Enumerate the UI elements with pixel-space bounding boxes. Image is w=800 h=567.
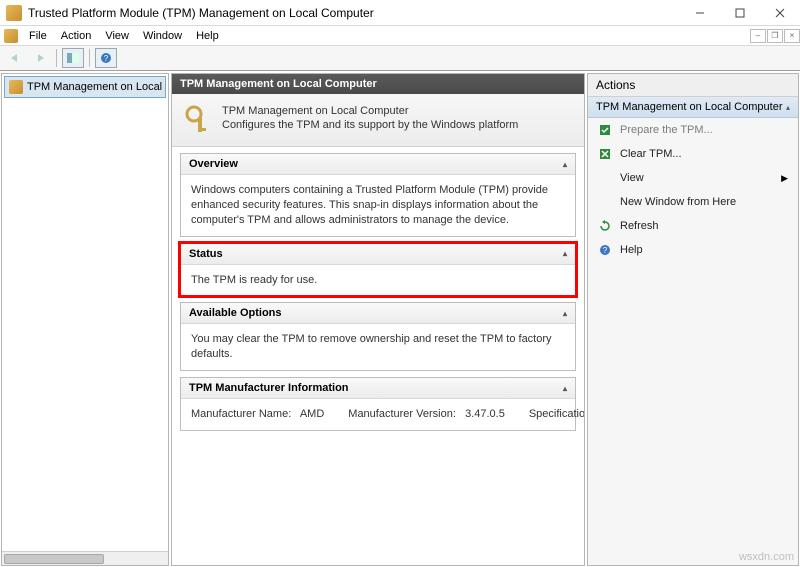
collapse-icon: ▴ bbox=[563, 309, 567, 318]
watermark: wsxdn.com bbox=[739, 551, 794, 563]
mfr-name-label: Manufacturer Name: bbox=[191, 408, 291, 420]
blank-icon bbox=[598, 195, 612, 209]
panel-options-body: You may clear the TPM to remove ownershi… bbox=[181, 324, 575, 370]
panel-overview: Overview ▴ Windows computers containing … bbox=[180, 153, 576, 237]
collapse-icon: ▴ bbox=[786, 103, 790, 112]
spec-version-label: Specification Version: bbox=[529, 408, 585, 420]
panel-overview-body: Windows computers containing a Trusted P… bbox=[181, 175, 575, 236]
mdi-restore-button[interactable]: ❐ bbox=[767, 29, 783, 43]
clear-icon bbox=[598, 147, 612, 161]
toolbar-separator bbox=[56, 49, 57, 67]
actions-pane: Actions TPM Management on Local Computer… bbox=[587, 73, 799, 566]
collapse-icon: ▴ bbox=[563, 384, 567, 393]
intro-title: TPM Management on Local Computer bbox=[222, 104, 518, 118]
prepare-icon bbox=[598, 123, 612, 137]
toolbar: ? bbox=[0, 46, 800, 71]
menu-action[interactable]: Action bbox=[54, 28, 99, 44]
collapse-icon: ▴ bbox=[563, 160, 567, 169]
intro-subtitle: Configures the TPM and its support by th… bbox=[222, 118, 518, 132]
svg-text:?: ? bbox=[603, 246, 608, 255]
mdi-close-button[interactable]: × bbox=[784, 29, 800, 43]
actions-header: Actions bbox=[588, 74, 798, 97]
scrollbar-thumb[interactable] bbox=[4, 554, 104, 564]
action-help[interactable]: ? Help bbox=[588, 238, 798, 262]
action-label: Prepare the TPM... bbox=[620, 124, 713, 136]
panel-options-title: Available Options bbox=[189, 307, 282, 319]
submenu-arrow-icon: ▶ bbox=[781, 173, 788, 184]
collapse-icon: ▴ bbox=[563, 249, 567, 258]
maximize-button[interactable] bbox=[720, 0, 760, 26]
panel-status-header[interactable]: Status ▴ bbox=[181, 244, 575, 265]
manufacturer-row: Manufacturer Name: AMD Manufacturer Vers… bbox=[191, 407, 565, 422]
menu-bar: File Action View Window Help – ❐ × bbox=[0, 26, 800, 46]
show-hide-console-tree-button[interactable] bbox=[62, 48, 84, 68]
toolbar-separator bbox=[89, 49, 90, 67]
mmc-icon bbox=[4, 29, 18, 43]
action-label: Refresh bbox=[620, 220, 659, 232]
horizontal-scrollbar[interactable] bbox=[2, 551, 168, 565]
mfr-name-value: AMD bbox=[300, 408, 324, 420]
svg-text:?: ? bbox=[104, 54, 109, 63]
panel-mfr-header[interactable]: TPM Manufacturer Information ▴ bbox=[181, 378, 575, 399]
refresh-icon bbox=[598, 219, 612, 233]
tree-node-tpm-management[interactable]: TPM Management on Local Compu bbox=[4, 76, 166, 98]
app-icon bbox=[6, 5, 22, 21]
actions-subheader[interactable]: TPM Management on Local Computer ▴ bbox=[588, 97, 798, 118]
forward-button[interactable] bbox=[29, 48, 51, 68]
panel-overview-header[interactable]: Overview ▴ bbox=[181, 154, 575, 175]
action-label: View bbox=[620, 172, 644, 184]
panel-status-title: Status bbox=[189, 248, 223, 260]
help-icon: ? bbox=[598, 243, 612, 257]
panel-status: Status ▴ The TPM is ready for use. bbox=[180, 243, 576, 297]
title-bar: Trusted Platform Module (TPM) Management… bbox=[0, 0, 800, 26]
action-label: New Window from Here bbox=[620, 196, 736, 208]
close-button[interactable] bbox=[760, 0, 800, 26]
details-intro: TPM Management on Local Computer Configu… bbox=[172, 94, 584, 147]
menu-view[interactable]: View bbox=[98, 28, 136, 44]
action-label: Help bbox=[620, 244, 643, 256]
menu-window[interactable]: Window bbox=[136, 28, 189, 44]
panel-available-options: Available Options ▴ You may clear the TP… bbox=[180, 302, 576, 371]
action-view[interactable]: View ▶ bbox=[588, 166, 798, 190]
panel-area: Overview ▴ Windows computers containing … bbox=[172, 147, 584, 437]
console-tree-pane: TPM Management on Local Compu bbox=[1, 73, 169, 566]
window-title: Trusted Platform Module (TPM) Management… bbox=[28, 6, 680, 20]
back-button[interactable] bbox=[4, 48, 26, 68]
mfr-version-value: 3.47.0.5 bbox=[465, 408, 505, 420]
tree-node-label: TPM Management on Local Compu bbox=[27, 81, 166, 93]
tpm-node-icon bbox=[9, 80, 23, 94]
blank-icon bbox=[598, 171, 612, 185]
action-label: Clear TPM... bbox=[620, 148, 682, 160]
panel-overview-title: Overview bbox=[189, 158, 238, 170]
tpm-key-icon bbox=[184, 104, 212, 136]
panel-manufacturer-info: TPM Manufacturer Information ▴ Manufactu… bbox=[180, 377, 576, 431]
menu-file[interactable]: File bbox=[22, 28, 54, 44]
details-header: TPM Management on Local Computer bbox=[172, 74, 584, 94]
action-prepare-tpm[interactable]: Prepare the TPM... bbox=[588, 118, 798, 142]
workspace: TPM Management on Local Compu TPM Manage… bbox=[0, 71, 800, 567]
mdi-minimize-button[interactable]: – bbox=[750, 29, 766, 43]
panel-options-header[interactable]: Available Options ▴ bbox=[181, 303, 575, 324]
actions-subheader-label: TPM Management on Local Computer bbox=[596, 101, 782, 113]
menu-help[interactable]: Help bbox=[189, 28, 226, 44]
panel-status-body: The TPM is ready for use. bbox=[181, 265, 575, 296]
minimize-button[interactable] bbox=[680, 0, 720, 26]
mfr-version-label: Manufacturer Version: bbox=[348, 408, 456, 420]
details-pane: TPM Management on Local Computer TPM Man… bbox=[171, 73, 585, 566]
action-clear-tpm[interactable]: Clear TPM... bbox=[588, 142, 798, 166]
action-refresh[interactable]: Refresh bbox=[588, 214, 798, 238]
help-button[interactable]: ? bbox=[95, 48, 117, 68]
panel-mfr-title: TPM Manufacturer Information bbox=[189, 382, 349, 394]
action-new-window[interactable]: New Window from Here bbox=[588, 190, 798, 214]
